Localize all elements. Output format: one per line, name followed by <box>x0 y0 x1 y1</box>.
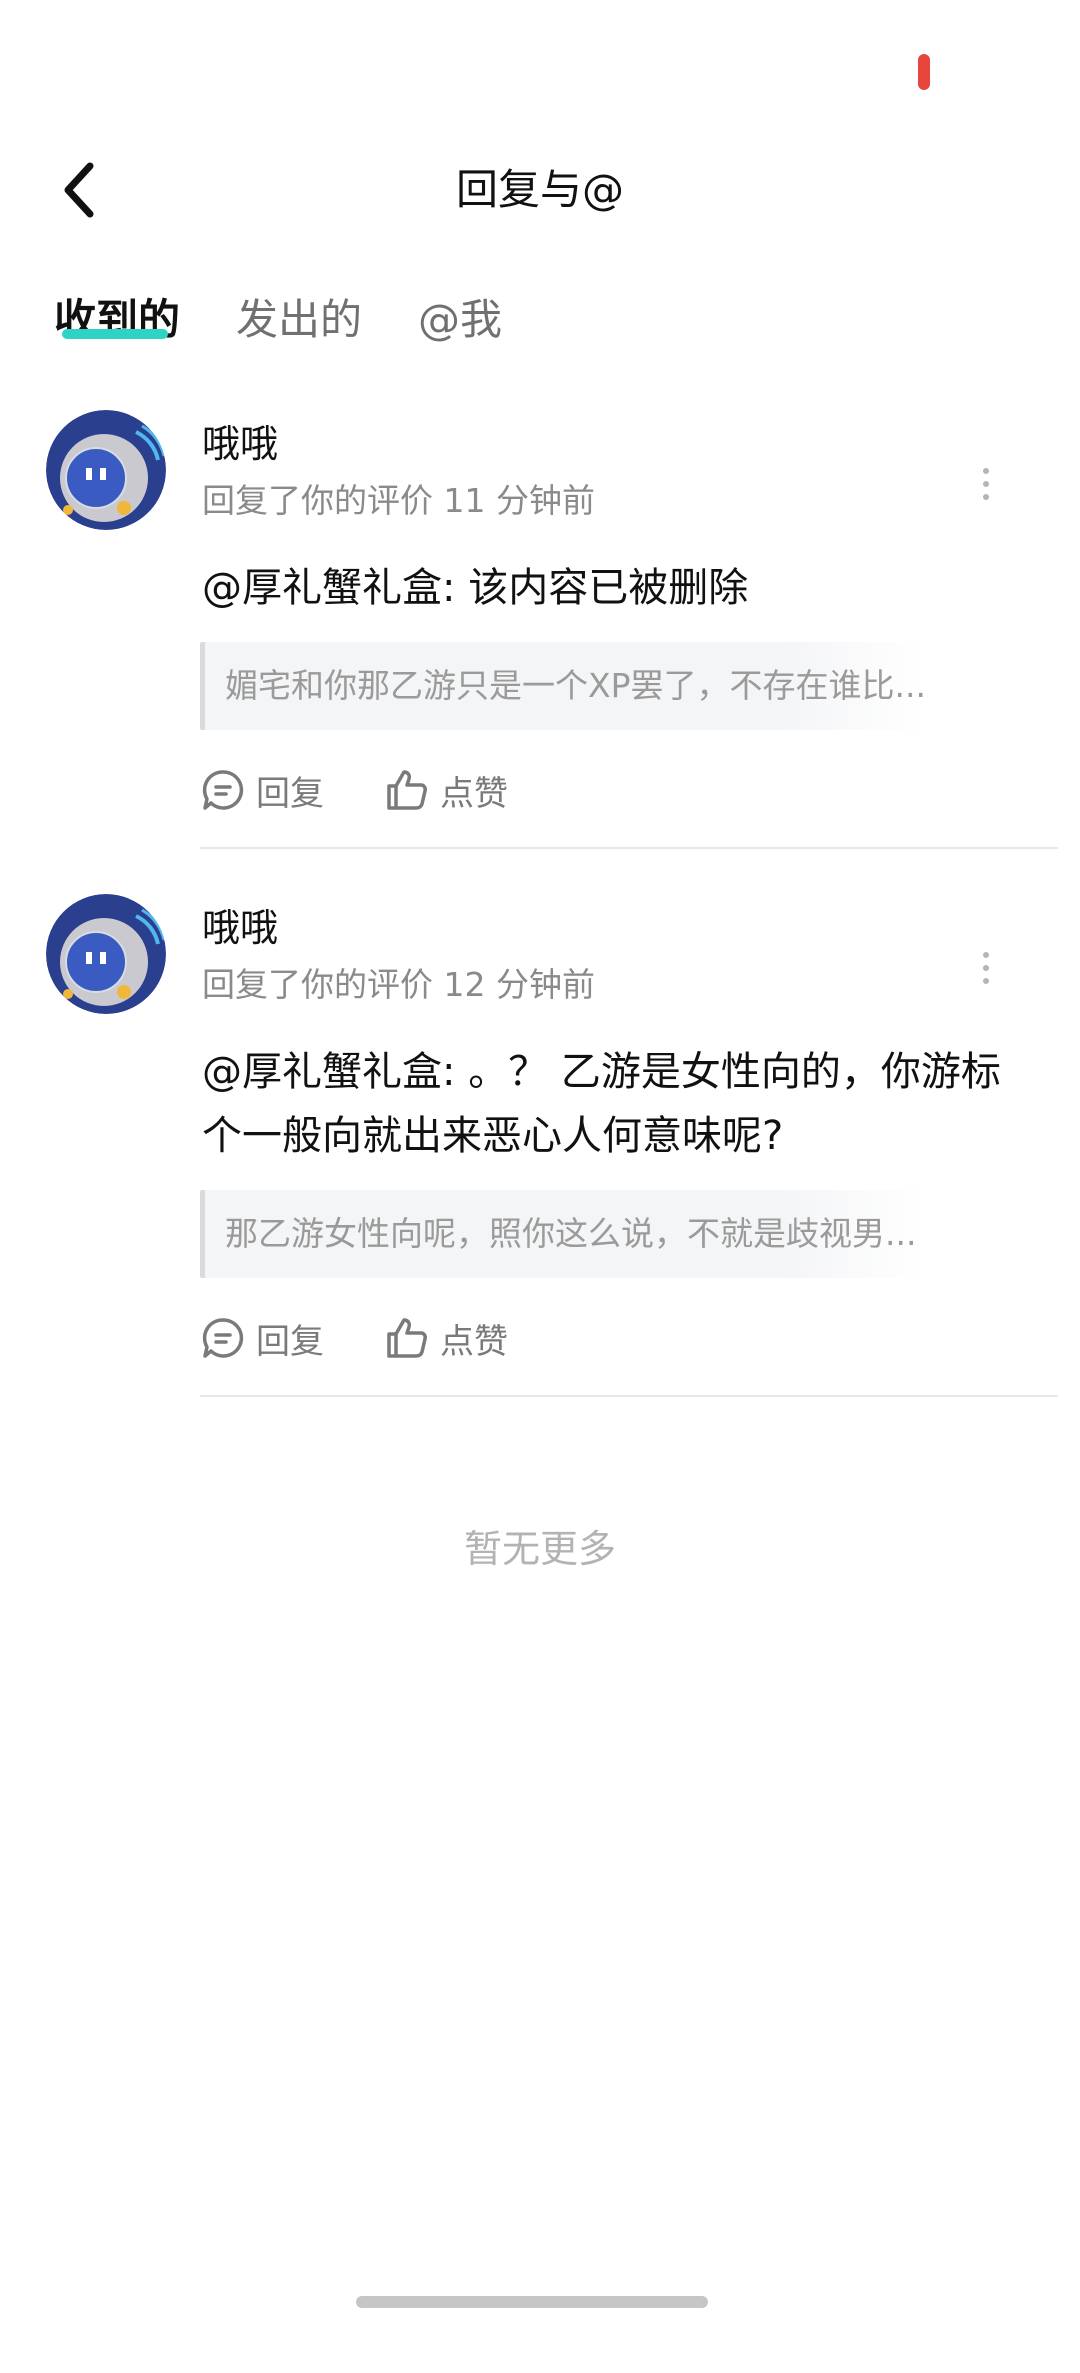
more-dots-icon <box>983 468 989 474</box>
like-button[interactable]: 点赞 <box>384 1310 508 1366</box>
comment-bubble-icon <box>200 767 246 813</box>
status-bar <box>0 0 1080 130</box>
tab-bar: 收到的 发出的 @我 <box>0 280 1080 360</box>
more-dots-icon <box>983 952 989 958</box>
chevron-left-icon <box>64 162 94 218</box>
username[interactable]: 哦哦 <box>202 418 278 470</box>
username[interactable]: 哦哦 <box>202 902 278 954</box>
more-dot <box>983 978 989 984</box>
quoted-comment[interactable]: 那乙游女性向呢，照你这么说，不就是歧视男... <box>200 1190 927 1278</box>
active-tab-indicator <box>62 329 168 339</box>
more-dot <box>983 494 989 500</box>
recording-indicator <box>918 54 930 90</box>
reply-button[interactable]: 回复 <box>200 762 324 818</box>
more-dot <box>983 481 989 487</box>
like-button[interactable]: 点赞 <box>384 762 508 818</box>
reply-content[interactable]: @厚礼蟹礼盒: 该内容已被删除 <box>202 556 1022 620</box>
back-button[interactable] <box>40 150 120 230</box>
divider <box>200 847 1058 849</box>
tab-sent[interactable]: 发出的 <box>236 280 362 360</box>
more-options-button[interactable] <box>966 454 1006 514</box>
more-dot <box>983 965 989 971</box>
reply-button-label: 回复 <box>256 1321 324 1362</box>
reply-button[interactable]: 回复 <box>200 1310 324 1366</box>
like-button-label: 点赞 <box>440 773 508 814</box>
quoted-comment-text: 那乙游女性向呢，照你这么说，不就是歧视男... <box>225 1214 917 1253</box>
home-indicator[interactable] <box>356 2296 708 2308</box>
reply-item: 哦哦 回复了你的评价 11 分钟前 @厚礼蟹礼盒: 该内容已被删除 媚宅和你那乙… <box>0 410 1080 850</box>
thumbs-up-icon <box>384 767 430 813</box>
thumbs-up-icon <box>384 1315 430 1361</box>
reply-button-label: 回复 <box>256 773 324 814</box>
divider <box>200 1395 1058 1397</box>
quoted-comment-text: 媚宅和你那乙游只是一个XP罢了，不存在谁比... <box>225 666 926 705</box>
page-title: 回复与@ <box>455 165 624 214</box>
more-options-button[interactable] <box>966 938 1006 998</box>
tab-mentions[interactable]: @我 <box>418 280 502 360</box>
reply-meta: 回复了你的评价 11 分钟前 <box>202 481 595 520</box>
quoted-comment[interactable]: 媚宅和你那乙游只是一个XP罢了，不存在谁比... <box>200 642 927 730</box>
header: 回复与@ <box>0 130 1080 250</box>
like-button-label: 点赞 <box>440 1321 508 1362</box>
avatar[interactable] <box>46 894 166 1014</box>
comment-bubble-icon <box>200 1315 246 1361</box>
avatar[interactable] <box>46 410 166 530</box>
reply-item: 哦哦 回复了你的评价 12 分钟前 @厚礼蟹礼盒: 。？ 乙游是女性向的，你游标… <box>0 894 1080 1394</box>
reply-meta: 回复了你的评价 12 分钟前 <box>202 965 595 1004</box>
reply-content[interactable]: @厚礼蟹礼盒: 。？ 乙游是女性向的，你游标个一般向就出来恶心人何意味呢? <box>202 1040 1022 1168</box>
tab-received[interactable]: 收到的 <box>54 280 180 360</box>
no-more-label: 暂无更多 <box>463 1527 616 1571</box>
